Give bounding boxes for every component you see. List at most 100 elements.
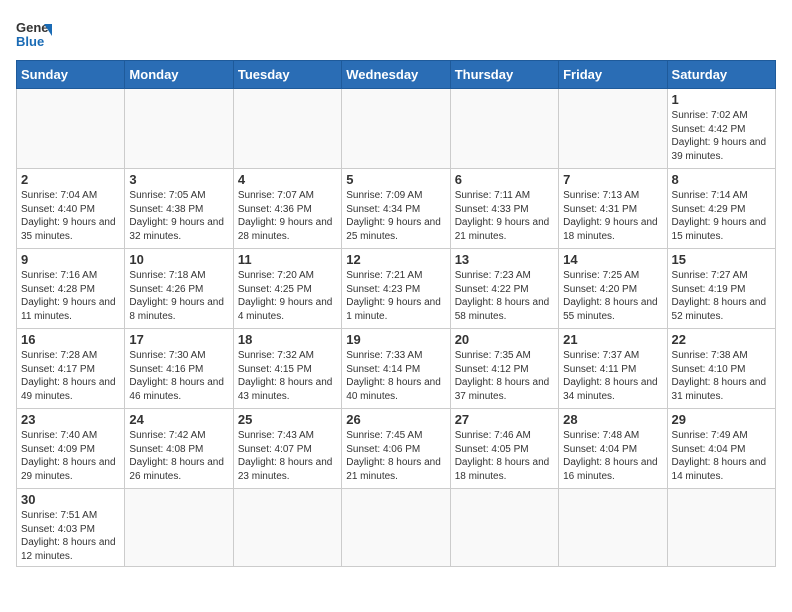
day-info: Sunrise: 7:33 AM Sunset: 4:14 PM Dayligh… <box>346 349 445 403</box>
day-info: Sunrise: 7:18 AM Sunset: 4:26 PM Dayligh… <box>129 269 228 323</box>
day-number: 20 <box>455 332 554 347</box>
day-number: 16 <box>21 332 120 347</box>
calendar-cell: 24Sunrise: 7:42 AM Sunset: 4:08 PM Dayli… <box>125 409 233 489</box>
calendar-cell: 23 Sunrise: 7:40 AM Sunset: 4:09 PM Dayli… <box>17 409 125 489</box>
calendar-header-wednesday: Wednesday <box>342 61 450 89</box>
calendar-cell: 14Sunrise: 7:25 AM Sunset: 4:20 PM Dayli… <box>559 249 667 329</box>
calendar-cell: 20 Sunrise: 7:35 AM Sunset: 4:12 PM Dayli… <box>450 329 558 409</box>
calendar-cell: 1Sunrise: 7:02 AM Sunset: 4:42 PM Daylig… <box>667 89 775 169</box>
calendar-cell: 10 Sunrise: 7:18 AM Sunset: 4:26 PM Dayli… <box>125 249 233 329</box>
calendar-cell: 3Sunrise: 7:05 AM Sunset: 4:38 PM Daylig… <box>125 169 233 249</box>
calendar-week-row: 30 Sunrise: 7:51 AM Sunset: 4:03 PM Dayli… <box>17 489 776 567</box>
calendar-cell: 17 Sunrise: 7:30 AM Sunset: 4:16 PM Dayli… <box>125 329 233 409</box>
calendar-cell: 26Sunrise: 7:45 AM Sunset: 4:06 PM Dayli… <box>342 409 450 489</box>
day-number: 21 <box>563 332 662 347</box>
calendar-header-sunday: Sunday <box>17 61 125 89</box>
calendar-cell <box>342 89 450 169</box>
day-info: Sunrise: 7:51 AM Sunset: 4:03 PM Dayligh… <box>21 509 120 563</box>
calendar-cell: 22 Sunrise: 7:38 AM Sunset: 4:10 PM Dayli… <box>667 329 775 409</box>
day-info: Sunrise: 7:35 AM Sunset: 4:12 PM Dayligh… <box>455 349 554 403</box>
day-number: 13 <box>455 252 554 267</box>
day-info: Sunrise: 7:38 AM Sunset: 4:10 PM Dayligh… <box>672 349 771 403</box>
calendar-header-monday: Monday <box>125 61 233 89</box>
day-info: Sunrise: 7:49 AM Sunset: 4:04 PM Dayligh… <box>672 429 771 483</box>
day-number: 19 <box>346 332 445 347</box>
calendar-week-row: 2 Sunrise: 7:04 AM Sunset: 4:40 PM Daylig… <box>17 169 776 249</box>
calendar-header-friday: Friday <box>559 61 667 89</box>
day-number: 11 <box>238 252 337 267</box>
logo-icon: General Blue <box>16 16 52 52</box>
calendar-cell <box>17 89 125 169</box>
day-number: 9 <box>21 252 120 267</box>
day-info: Sunrise: 7:09 AM Sunset: 4:34 PM Dayligh… <box>346 189 445 243</box>
day-number: 1 <box>672 92 771 107</box>
day-info: Sunrise: 7:11 AM Sunset: 4:33 PM Dayligh… <box>455 189 554 243</box>
day-number: 17 <box>129 332 228 347</box>
day-number: 18 <box>238 332 337 347</box>
header: General Blue <box>16 16 776 52</box>
day-info: Sunrise: 7:28 AM Sunset: 4:17 PM Dayligh… <box>21 349 120 403</box>
calendar-header-saturday: Saturday <box>667 61 775 89</box>
logo: General Blue <box>16 16 52 52</box>
calendar-cell <box>125 89 233 169</box>
day-info: Sunrise: 7:37 AM Sunset: 4:11 PM Dayligh… <box>563 349 662 403</box>
calendar-cell: 8 Sunrise: 7:14 AM Sunset: 4:29 PM Daylig… <box>667 169 775 249</box>
day-number: 29 <box>672 412 771 427</box>
calendar-week-row: 1Sunrise: 7:02 AM Sunset: 4:42 PM Daylig… <box>17 89 776 169</box>
calendar-cell: 25Sunrise: 7:43 AM Sunset: 4:07 PM Dayli… <box>233 409 341 489</box>
calendar-cell: 28 Sunrise: 7:48 AM Sunset: 4:04 PM Dayli… <box>559 409 667 489</box>
day-number: 12 <box>346 252 445 267</box>
calendar-cell: 27Sunrise: 7:46 AM Sunset: 4:05 PM Dayli… <box>450 409 558 489</box>
day-number: 23 <box>21 412 120 427</box>
day-number: 14 <box>563 252 662 267</box>
day-info: Sunrise: 7:23 AM Sunset: 4:22 PM Dayligh… <box>455 269 554 323</box>
calendar-cell <box>559 489 667 567</box>
day-number: 25 <box>238 412 337 427</box>
day-number: 24 <box>129 412 228 427</box>
calendar-cell: 19 Sunrise: 7:33 AM Sunset: 4:14 PM Dayli… <box>342 329 450 409</box>
day-number: 4 <box>238 172 337 187</box>
day-info: Sunrise: 7:30 AM Sunset: 4:16 PM Dayligh… <box>129 349 228 403</box>
day-info: Sunrise: 7:20 AM Sunset: 4:25 PM Dayligh… <box>238 269 337 323</box>
day-info: Sunrise: 7:32 AM Sunset: 4:15 PM Dayligh… <box>238 349 337 403</box>
calendar-cell: 16 Sunrise: 7:28 AM Sunset: 4:17 PM Dayli… <box>17 329 125 409</box>
calendar-cell: 13 Sunrise: 7:23 AM Sunset: 4:22 PM Dayli… <box>450 249 558 329</box>
calendar-cell: 12Sunrise: 7:21 AM Sunset: 4:23 PM Dayli… <box>342 249 450 329</box>
calendar-week-row: 9 Sunrise: 7:16 AM Sunset: 4:28 PM Daylig… <box>17 249 776 329</box>
calendar-cell <box>233 89 341 169</box>
calendar-cell: 5 Sunrise: 7:09 AM Sunset: 4:34 PM Daylig… <box>342 169 450 249</box>
calendar-cell: 21 Sunrise: 7:37 AM Sunset: 4:11 PM Dayli… <box>559 329 667 409</box>
day-info: Sunrise: 7:27 AM Sunset: 4:19 PM Dayligh… <box>672 269 771 323</box>
calendar-week-row: 23 Sunrise: 7:40 AM Sunset: 4:09 PM Dayli… <box>17 409 776 489</box>
day-number: 5 <box>346 172 445 187</box>
calendar-cell: 9 Sunrise: 7:16 AM Sunset: 4:28 PM Daylig… <box>17 249 125 329</box>
calendar-cell <box>450 489 558 567</box>
day-info: Sunrise: 7:05 AM Sunset: 4:38 PM Dayligh… <box>129 189 228 243</box>
day-number: 15 <box>672 252 771 267</box>
calendar-cell <box>559 89 667 169</box>
day-number: 7 <box>563 172 662 187</box>
calendar-cell <box>342 489 450 567</box>
calendar-cell <box>667 489 775 567</box>
day-number: 22 <box>672 332 771 347</box>
calendar-cell: 7Sunrise: 7:13 AM Sunset: 4:31 PM Daylig… <box>559 169 667 249</box>
day-number: 28 <box>563 412 662 427</box>
calendar-cell: 15 Sunrise: 7:27 AM Sunset: 4:19 PM Dayli… <box>667 249 775 329</box>
calendar-header-row: SundayMondayTuesdayWednesdayThursdayFrid… <box>17 61 776 89</box>
day-number: 10 <box>129 252 228 267</box>
calendar-cell: 6Sunrise: 7:11 AM Sunset: 4:33 PM Daylig… <box>450 169 558 249</box>
day-info: Sunrise: 7:14 AM Sunset: 4:29 PM Dayligh… <box>672 189 771 243</box>
calendar-cell: 4Sunrise: 7:07 AM Sunset: 4:36 PM Daylig… <box>233 169 341 249</box>
calendar-cell: 29 Sunrise: 7:49 AM Sunset: 4:04 PM Dayli… <box>667 409 775 489</box>
calendar-cell: 2 Sunrise: 7:04 AM Sunset: 4:40 PM Daylig… <box>17 169 125 249</box>
day-info: Sunrise: 7:48 AM Sunset: 4:04 PM Dayligh… <box>563 429 662 483</box>
day-number: 30 <box>21 492 120 507</box>
day-info: Sunrise: 7:40 AM Sunset: 4:09 PM Dayligh… <box>21 429 120 483</box>
day-number: 26 <box>346 412 445 427</box>
day-number: 2 <box>21 172 120 187</box>
day-number: 8 <box>672 172 771 187</box>
calendar: SundayMondayTuesdayWednesdayThursdayFrid… <box>16 60 776 567</box>
day-info: Sunrise: 7:16 AM Sunset: 4:28 PM Dayligh… <box>21 269 120 323</box>
day-info: Sunrise: 7:04 AM Sunset: 4:40 PM Dayligh… <box>21 189 120 243</box>
day-number: 27 <box>455 412 554 427</box>
